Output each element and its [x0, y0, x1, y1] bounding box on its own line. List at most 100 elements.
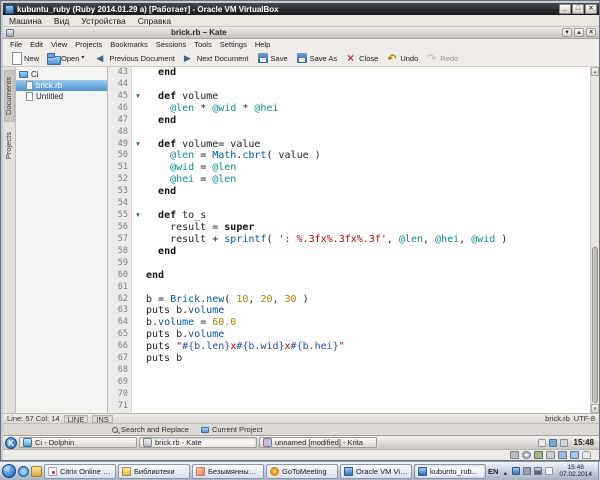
code-line[interactable]: 62b = Brick.new( 10, 20, 30 )	[108, 294, 599, 306]
scrollbar-thumb[interactable]	[592, 247, 598, 403]
kde-task-unnamed-modified-krita[interactable]: unnamed [modified] - Krita	[259, 437, 377, 448]
menu-item-view[interactable]: View	[47, 40, 71, 49]
code-line[interactable]: 48	[108, 127, 599, 139]
display-status-icon[interactable]	[570, 451, 579, 459]
editor-scrollbar[interactable]	[590, 67, 599, 413]
side-tab-documents[interactable]: Documents	[4, 70, 15, 122]
shared-folders-status-icon[interactable]	[558, 451, 567, 459]
code-line[interactable]: 56 result = super	[108, 222, 599, 234]
menu-item-edit[interactable]: Edit	[26, 40, 47, 49]
kde-task-ci-dolphin[interactable]: Ci - Dolphin	[19, 437, 137, 448]
code-line[interactable]: 50 @len = Math.cbrt( value )	[108, 150, 599, 162]
network-status-icon[interactable]	[534, 451, 543, 459]
minimize-icon[interactable]	[559, 4, 571, 14]
scroll-down-icon[interactable]	[591, 404, 599, 413]
code-line[interactable]: 68	[108, 365, 599, 377]
hdd-status-icon[interactable]	[510, 451, 519, 459]
code-line[interactable]: 52 @hei = @len	[108, 174, 599, 186]
new-button[interactable]: New	[6, 51, 43, 65]
toolview-tab-current-project[interactable]: Current Project	[196, 424, 267, 435]
code-line[interactable]: 58 end	[108, 246, 599, 258]
menu-item-help[interactable]: Help	[251, 40, 274, 49]
document-item-untitled[interactable]: Untitled	[16, 91, 107, 102]
code-line[interactable]: 46 @len * @wid * @hei	[108, 103, 599, 115]
scroll-up-icon[interactable]	[591, 67, 599, 76]
language-indicator[interactable]: EN	[488, 467, 498, 476]
kde-task-brick-rb-kate[interactable]: brick.rb - Kate	[139, 437, 257, 448]
vbox-tray-icon[interactable]	[512, 467, 520, 475]
code-line[interactable]: 61	[108, 282, 599, 294]
kate-minimize-icon[interactable]	[562, 28, 572, 37]
task-button-item[interactable]: Безымянный ...	[192, 464, 264, 479]
document-item-brick-rb[interactable]: brick.rb	[16, 80, 107, 91]
code-line[interactable]: 57 result + sprintf( ': %.3fx%.3fx%.3f',…	[108, 234, 599, 246]
code-line[interactable]: 44	[108, 79, 599, 91]
task-button-item[interactable]: Библиотеки	[118, 464, 190, 479]
code-line[interactable]: 70	[108, 389, 599, 401]
code-line[interactable]: 47 end	[108, 115, 599, 127]
code-line[interactable]: 67puts b	[108, 353, 599, 365]
code-line[interactable]: 55▼ def to_s	[108, 210, 599, 222]
kate-titlebar[interactable]: brick.rb – Kate	[3, 27, 599, 39]
task-button-gotomeeting[interactable]: GoToMeeting	[266, 464, 338, 479]
network-tray-icon[interactable]	[534, 467, 542, 475]
kate-close-icon[interactable]	[586, 28, 596, 37]
previous-document-button[interactable]: Previous Document	[91, 51, 178, 65]
open-button[interactable]: Open	[43, 51, 91, 65]
vbox-titlebar[interactable]: kubuntu_ruby (Ruby 2014.01.29 a) [Работа…	[3, 3, 599, 15]
task-button-kubuntu-rub[interactable]: kubuntu_rub...	[414, 464, 486, 479]
clipboard-tray-icon[interactable]	[538, 439, 546, 447]
kate-maximize-icon[interactable]	[574, 28, 584, 37]
menu-item-sessions[interactable]: Sessions	[152, 40, 190, 49]
action-center-tray-icon[interactable]	[545, 467, 553, 475]
code-line[interactable]: 69	[108, 377, 599, 389]
code-line[interactable]: 51 @wid = @len	[108, 162, 599, 174]
notifier-tray-icon[interactable]	[560, 439, 568, 447]
menu-item-file[interactable]: File	[6, 40, 26, 49]
kde-menu-button[interactable]	[5, 437, 17, 449]
statusbar-encoding[interactable]: UTF-8	[574, 414, 595, 423]
editor[interactable]: 43 end4445▼ def volume46 @len * @wid * @…	[108, 67, 599, 413]
toolview-tab-search-and-replace[interactable]: Search and Replace	[107, 424, 194, 435]
code-line[interactable]: 53 end	[108, 186, 599, 198]
code-line[interactable]: 49▼ def volume= value	[108, 139, 599, 151]
code-line[interactable]: 54	[108, 198, 599, 210]
volume-tray-icon[interactable]	[523, 467, 531, 475]
menu-item-tools[interactable]: Tools	[190, 40, 216, 49]
fold-arrow-icon[interactable]: ▼	[132, 210, 144, 222]
network-tray-icon[interactable]	[549, 439, 557, 447]
side-tab-projects[interactable]: Projects	[4, 125, 15, 166]
save-as-button[interactable]: Save As	[292, 51, 342, 65]
close-button[interactable]: Close	[341, 51, 382, 65]
code-line[interactable]: 64b.volume = 60.0	[108, 317, 599, 329]
taskbar-clock[interactable]: 15:48 07.02.2014	[556, 464, 595, 478]
undo-button[interactable]: Undo	[382, 51, 422, 65]
task-button-oracle-vm-virtu[interactable]: Oracle VM Virtu...	[340, 464, 412, 479]
insert-mode-indicator[interactable]: INS	[92, 415, 113, 423]
code-line[interactable]: 63puts b.volume	[108, 305, 599, 317]
code-line[interactable]: 45▼ def volume	[108, 91, 599, 103]
kde-clock[interactable]: 15:48	[571, 438, 597, 447]
save-button[interactable]: Save	[253, 51, 292, 65]
fold-arrow-icon[interactable]: ▼	[132, 91, 144, 103]
menu-item-bookmarks[interactable]: Bookmarks	[106, 40, 152, 49]
mouse-status-icon[interactable]	[582, 451, 591, 459]
close-icon[interactable]	[585, 4, 597, 14]
menu-item-item[interactable]: Устройства	[75, 16, 131, 26]
task-button-citrix-online-o[interactable]: Citrix Online - O...	[44, 464, 116, 479]
code-line[interactable]: 65puts b.volume	[108, 329, 599, 341]
fold-arrow-icon[interactable]: ▼	[132, 139, 144, 151]
code-line[interactable]: 59	[108, 258, 599, 270]
menu-item-item[interactable]: Вид	[48, 16, 75, 26]
documents-folder-row[interactable]: Ci	[16, 69, 107, 80]
hidden-icons-chevron-icon[interactable]	[501, 462, 509, 480]
menu-item-settings[interactable]: Settings	[216, 40, 251, 49]
start-button[interactable]	[2, 464, 16, 478]
usb-status-icon[interactable]	[546, 451, 555, 459]
code-line[interactable]: 43 end	[108, 67, 599, 79]
code-line[interactable]: 71	[108, 401, 599, 413]
menu-item-item[interactable]: Справка	[132, 16, 177, 26]
menu-item-item[interactable]: Машина	[3, 16, 48, 26]
menu-item-projects[interactable]: Projects	[71, 40, 106, 49]
maximize-icon[interactable]	[572, 4, 584, 14]
